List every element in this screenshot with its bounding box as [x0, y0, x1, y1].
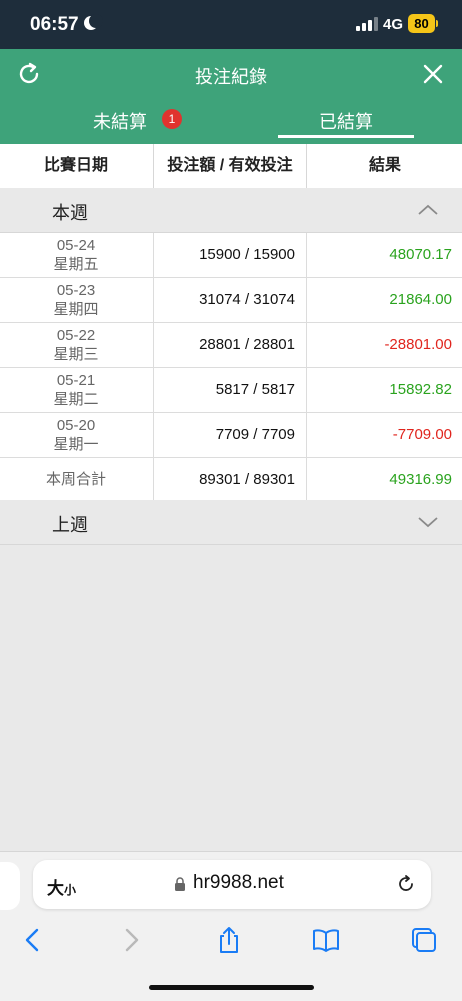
date-cell: 05-24 星期五 [53, 237, 99, 273]
chevron-down-icon [418, 517, 438, 528]
home-indicator [149, 985, 314, 990]
battery-icon: 80 [408, 14, 435, 33]
battery-tip [436, 20, 438, 27]
lock-icon [175, 877, 185, 891]
unsettled-badge: 1 [162, 109, 182, 129]
weekly-total-row: 本周合計 89301 / 89301 49316.99 [0, 458, 462, 503]
table-row: 05-23 星期四 31074 / 31074 21864.00 [0, 278, 462, 323]
table-row: 05-22 星期三 28801 / 28801 -28801.00 [0, 323, 462, 368]
active-tab-indicator [278, 135, 414, 138]
total-label: 本周合計 [45, 471, 106, 488]
date-cell: 05-20 星期一 [53, 417, 99, 453]
share-icon[interactable] [214, 925, 244, 955]
browser-toolbar: 大小 hr9988.net [0, 851, 462, 1001]
page-title: 投注紀錄 [195, 67, 267, 87]
tab-settled[interactable]: 已結算 [278, 108, 414, 134]
result-cell: -28801.00 [306, 323, 462, 367]
moon-icon [84, 14, 103, 30]
url-text: hr9988.net [193, 872, 284, 893]
address-bar[interactable]: 大小 hr9988.net [33, 860, 431, 909]
amount-cell: 7709 / 7709 [153, 413, 305, 457]
forward-icon[interactable] [116, 925, 146, 955]
table-header: 比賽日期 投注額 / 有效投注 結果 [0, 144, 462, 189]
total-result-cell: 49316.99 [306, 458, 462, 502]
group-title: 本週 [52, 203, 88, 223]
group-last-week[interactable]: 上週 [0, 500, 462, 545]
tabs-icon[interactable] [409, 925, 439, 955]
bookmarks-icon[interactable] [311, 925, 341, 955]
amount-cell: 5817 / 5817 [153, 368, 305, 412]
tab-bar: 未結算 1 已結算 [0, 99, 462, 144]
column-header-amount: 投注額 / 有效投注 [153, 144, 306, 188]
result-cell: 21864.00 [306, 278, 462, 322]
status-bar: 06:57 4G 80 [0, 0, 462, 49]
signal-icon [356, 17, 378, 31]
close-icon[interactable] [420, 61, 446, 87]
date-cell: 05-21 星期二 [53, 372, 99, 408]
result-cell: -7709.00 [306, 413, 462, 457]
status-time: 06:57 [30, 14, 79, 35]
total-amount-cell: 89301 / 89301 [153, 458, 305, 502]
bet-table: 05-24 星期五 15900 / 15900 48070.17 05-23 星期四… [0, 233, 462, 503]
network-label: 4G [383, 16, 404, 33]
app-header: 投注紀錄 [0, 49, 462, 99]
date-cell: 05-23 星期四 [53, 282, 99, 318]
column-header-result: 結果 [306, 144, 462, 188]
table-row: 05-20 星期一 7709 / 7709 -7709.00 [0, 413, 462, 458]
group-this-week[interactable]: 本週 [0, 188, 462, 233]
column-header-date: 比賽日期 [43, 157, 108, 174]
group-title: 上週 [52, 515, 88, 535]
amount-cell: 28801 / 28801 [153, 323, 305, 367]
text-size-button[interactable]: 大小 [47, 874, 76, 899]
back-icon[interactable] [18, 925, 48, 955]
previous-tab-preview[interactable] [0, 862, 20, 910]
chevron-up-icon [418, 204, 438, 215]
date-cell: 05-22 星期三 [53, 327, 99, 363]
result-cell: 15892.82 [306, 368, 462, 412]
reload-icon[interactable] [395, 873, 417, 895]
result-cell: 48070.17 [306, 233, 462, 277]
table-row: 05-21 星期二 5817 / 5817 15892.82 [0, 368, 462, 413]
amount-cell: 31074 / 31074 [153, 278, 305, 322]
amount-cell: 15900 / 15900 [153, 233, 305, 277]
table-row: 05-24 星期五 15900 / 15900 48070.17 [0, 233, 462, 278]
